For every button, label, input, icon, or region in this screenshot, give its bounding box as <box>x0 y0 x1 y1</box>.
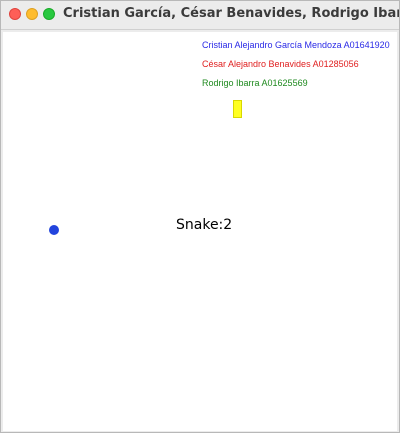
author-name-3: Rodrigo Ibarra A01625569 <box>202 78 308 88</box>
author-name-2: César Alejandro Benavides A01285056 <box>202 59 359 69</box>
maximize-button[interactable] <box>43 8 55 20</box>
game-canvas[interactable]: Cristian Alejandro García Mendoza A01641… <box>3 32 397 431</box>
score-value: 2 <box>223 217 233 233</box>
app-window: Cristian García, César Benavides, Rodrig… <box>0 0 400 433</box>
window-title: Cristian García, César Benavides, Rodrig… <box>63 6 400 21</box>
minimize-button[interactable] <box>26 8 38 20</box>
author-name-1: Cristian Alejandro García Mendoza A01641… <box>202 40 390 50</box>
snake-head <box>49 225 59 235</box>
score-label: Snake: <box>176 217 224 233</box>
close-button[interactable] <box>9 8 21 20</box>
food-block <box>233 100 242 118</box>
title-bar[interactable]: Cristian García, César Benavides, Rodrig… <box>1 1 399 30</box>
score-display: Snake:2 <box>176 217 232 233</box>
